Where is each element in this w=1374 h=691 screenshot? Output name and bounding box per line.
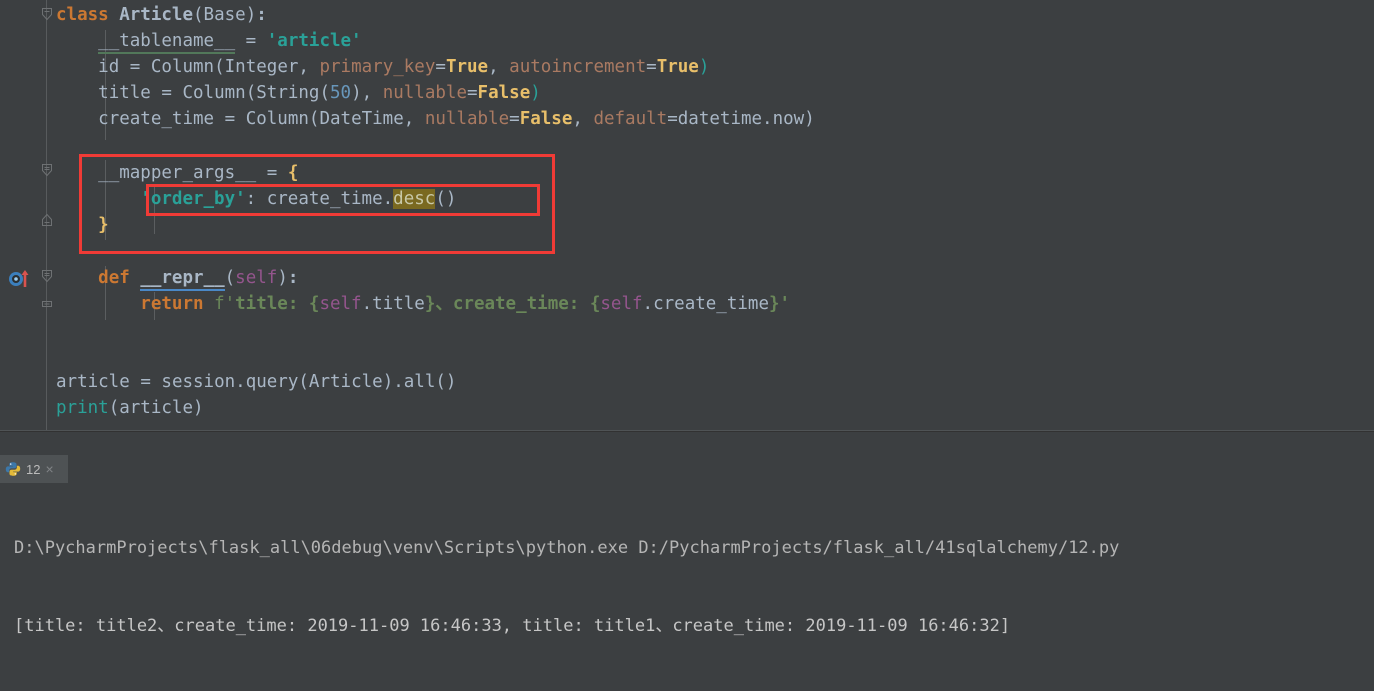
editor-bottom-shadow (0, 431, 1374, 432)
code-line[interactable]: class Article(Base): (56, 2, 267, 28)
token-true: True (445, 57, 489, 77)
token-string: String (256, 83, 320, 103)
token-fstring-separator: 、 (435, 294, 453, 314)
token-keyword-class: class (56, 5, 109, 25)
fold-collapse-icon[interactable] (39, 6, 55, 22)
fold-end-icon[interactable] (39, 294, 55, 310)
run-tab-12[interactable]: 12 × (0, 455, 68, 483)
token-article-var: article (56, 372, 130, 392)
token-fstring-ct-label: create_time: (452, 294, 590, 314)
console-output[interactable]: D:\PycharmProjects\flask_all\06debug\ven… (0, 483, 1374, 636)
token-desc-call: desc (393, 189, 436, 209)
pycharm-window: class Article(Base): __tablename__ = 'ar… (0, 0, 1374, 636)
token-class-name: Article (119, 5, 193, 25)
console-output-line: [title: title2、create_time: 2019-11-09 1… (14, 616, 1011, 636)
close-icon[interactable]: × (45, 462, 53, 476)
code-line[interactable]: } (56, 212, 109, 238)
token-nullable: nullable (382, 83, 467, 103)
run-tab-strip: 12 × (0, 455, 1374, 483)
token-true: True (656, 57, 699, 77)
token-integer: Integer (224, 57, 299, 77)
fold-collapse-icon[interactable] (39, 268, 55, 284)
token-keyword-return: return (140, 294, 204, 314)
token-class-ref: Article (308, 372, 383, 392)
token-self: self (319, 294, 362, 314)
code-content[interactable]: class Article(Base): __tablename__ = 'ar… (56, 0, 1374, 432)
fold-expand-icon[interactable] (39, 212, 55, 228)
code-line[interactable]: article = session.query(Article).all() (56, 369, 456, 395)
code-line[interactable]: 'order_by': create_time.desc() (56, 186, 456, 212)
code-editor[interactable]: class Article(Base): __tablename__ = 'ar… (0, 0, 1374, 432)
code-line[interactable]: __tablename__ = 'article' (56, 28, 362, 54)
token-print: print (56, 398, 109, 418)
token-column: Column (150, 57, 215, 77)
token-create-time-ref: create_time. (266, 189, 394, 209)
token-self: self (235, 268, 278, 288)
run-tab-label: 12 (26, 461, 41, 477)
code-line[interactable]: __mapper_args__ = { (56, 160, 298, 186)
token-tablename-value: 'article' (266, 31, 362, 51)
run-class-icon[interactable] (8, 268, 30, 288)
token-autoincrement: autoincrement (509, 57, 647, 77)
token-self: self (600, 294, 643, 314)
token-false: False (519, 109, 573, 129)
token-keyword-def: def (98, 268, 130, 288)
token-id: id (98, 57, 120, 77)
token-order-by-key: 'order_by' (140, 189, 246, 209)
token-column: Column (182, 83, 246, 103)
code-line[interactable]: title = Column(String(50), nullable=Fals… (56, 80, 541, 106)
token-create-time-attr: .create_time (642, 294, 769, 314)
token-nullable: nullable (424, 109, 510, 129)
token-all-call: .all() (393, 372, 457, 392)
token-title-attr: .title (361, 294, 425, 314)
token-tablename: __tablename__ (98, 31, 236, 54)
token-repr: __repr__ (140, 268, 225, 291)
token-column: Column (245, 109, 309, 129)
token-datetime-now: datetime.now (677, 109, 805, 129)
token-datetime-type: DateTime (319, 109, 404, 129)
token-base-class: Base (203, 5, 246, 25)
token-number-50: 50 (330, 83, 352, 103)
token-fstring-title-label: title: (235, 294, 309, 314)
token-primary-key: primary_key (319, 57, 436, 77)
token-false: False (477, 83, 531, 103)
token-create-time: create_time (98, 109, 215, 129)
code-line[interactable]: return f'title: {self.title}、create_time… (56, 291, 790, 317)
code-line[interactable]: def __repr__(self): (56, 265, 298, 291)
code-line[interactable]: print(article) (56, 395, 204, 421)
token-session-query: session.query (161, 372, 299, 392)
token-title: title (98, 83, 151, 103)
token-article-arg: article (119, 398, 193, 418)
fold-collapse-icon[interactable] (39, 162, 55, 178)
run-tool-window: 12 × D:\PycharmProjects\flask_all\06debu… (0, 433, 1374, 636)
code-line[interactable]: id = Column(Integer, primary_key=True, a… (56, 54, 709, 80)
token-mapper-args: __mapper_args__ (98, 163, 257, 183)
editor-gutter[interactable] (0, 0, 56, 432)
code-line[interactable]: create_time = Column(DateTime, nullable=… (56, 106, 815, 132)
token-fstring-prefix: f' (214, 294, 236, 314)
python-file-icon (5, 461, 21, 477)
token-default: default (593, 109, 668, 129)
